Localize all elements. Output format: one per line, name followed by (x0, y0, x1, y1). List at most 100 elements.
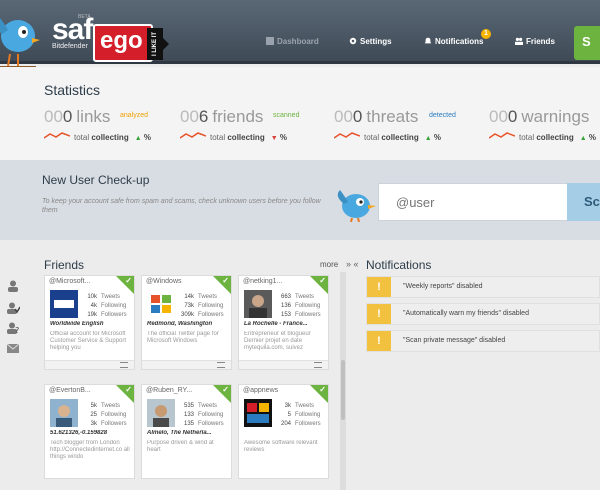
user-search-input[interactable] (378, 183, 568, 221)
beta-label: BETA (78, 14, 91, 20)
friends-title: Friends (44, 258, 85, 272)
scan-user-button[interactable]: Sc (567, 183, 600, 221)
friend-card[interactable]: ✓ @netking1... 663 Tweets 136 Following 15… (238, 275, 329, 370)
menu-icon[interactable] (217, 362, 225, 368)
following-count: 25 Following (90, 412, 127, 418)
card-footer (45, 360, 134, 369)
followers-count: 19k Followers (87, 312, 127, 318)
collapse-arrows[interactable]: » « (346, 259, 359, 269)
nav-friends[interactable]: Friends (515, 37, 555, 46)
stat-label: threats (366, 107, 419, 126)
warning-icon: ! (367, 331, 391, 351)
followers-count: 309k Followers (180, 312, 224, 318)
friend-handle[interactable]: @Windows (146, 278, 182, 285)
sparkline-icon (180, 132, 206, 139)
check-icon: ✓ (319, 276, 326, 285)
friend-card[interactable]: ✓ @Windows 14k Tweets 73k Following 309k Fo… (141, 275, 232, 370)
stat-number: 000 (44, 107, 73, 126)
friends-scroll-thumb[interactable] (341, 360, 345, 420)
nav-dashboard-label: Dashboard (277, 37, 319, 46)
nav-settings-label: Settings (360, 37, 392, 46)
stat-sub-label: detected (429, 112, 456, 119)
svg-text:?: ? (15, 326, 19, 334)
friend-location: 51.621326,-0.159828 (50, 430, 108, 436)
notification-text: "Automatically warn my friends" disabled (403, 310, 529, 317)
avatar-photo (50, 399, 78, 427)
like-it-label: I LIKE IT (147, 28, 163, 60)
nav-notifications-label: Notifications (435, 37, 484, 46)
card-footer (142, 360, 231, 369)
followers-count: 204 Followers (280, 421, 321, 427)
check-icon: ✓ (222, 385, 229, 394)
friend-handle[interactable]: @EvertonB... (49, 387, 91, 394)
notifications-title: Notifications (366, 258, 432, 272)
notification-text: "Weekly reports" disabled (403, 283, 483, 290)
tweets-count: 3k Tweets (284, 403, 315, 409)
following-count: 4k Following (90, 303, 127, 309)
tweets-count: 663 Tweets (280, 294, 315, 300)
person-question-icon[interactable]: ? (6, 321, 20, 335)
bell-icon (424, 37, 432, 44)
menu-icon[interactable] (120, 362, 128, 368)
person-icon[interactable] (6, 279, 20, 292)
followers-count: 3k Followers (90, 421, 127, 427)
checkup-title: New User Check-up (42, 173, 150, 187)
stat-number: 000 (334, 107, 363, 126)
dashboard-icon (266, 37, 274, 45)
nav-notifications[interactable]: Notifications (424, 37, 483, 46)
twitter-bird-mascot-icon (0, 18, 40, 68)
envelope-icon[interactable] (6, 341, 20, 353)
friend-card[interactable]: ✓ @Microsoft... 10k Tweets 4k Following 19… (44, 275, 135, 370)
friend-location: Redmond, Washington (147, 321, 213, 327)
stat-friends: 006 friends scanned total collecting ▼ % (180, 107, 300, 142)
more-link[interactable]: more (320, 260, 338, 269)
statistics-title: Statistics (44, 82, 101, 98)
card-footer (239, 360, 328, 369)
saf-logo[interactable]: BETA saf Bitdefender (52, 14, 93, 50)
windows-logo-avatar (147, 290, 175, 318)
notification-item[interactable]: ! "Weekly reports" disabled (366, 276, 600, 298)
header-cta-button[interactable]: S (574, 26, 600, 60)
checkup-description: To keep your account safe from spam and … (42, 198, 321, 214)
following-count: 136 Following (280, 303, 321, 309)
friend-bio: Awesome software relevant reviews (244, 440, 318, 453)
stat-label: warnings (521, 107, 590, 126)
friend-bio: The official Twitter page for Microsoft … (147, 331, 219, 344)
friend-handle[interactable]: @netking1... (243, 278, 282, 285)
stat-warnings: 000 warnings total collecting ▲ % (489, 107, 596, 142)
followers-count: 153 Followers (280, 312, 321, 318)
friend-handle[interactable]: @appnews (243, 387, 278, 394)
nav-dashboard[interactable]: Dashboard (266, 37, 319, 46)
sparkline-icon (44, 132, 70, 139)
stat-label: links (76, 107, 111, 126)
person-photo-avatar (244, 290, 272, 318)
stat-links: 000 links analyzed total collecting ▲ % (44, 107, 151, 142)
notification-item[interactable]: ! "Automatically warn my friends" disabl… (366, 303, 600, 325)
nav-friends-label: Friends (526, 37, 555, 46)
stat-threats: 000 threats detected total collecting ▲ % (334, 107, 456, 142)
friend-handle[interactable]: @Microsoft... (49, 278, 90, 285)
friend-handle[interactable]: @Ruben_RY... (146, 387, 192, 394)
friend-location: Almelo, The Netherla... (147, 430, 212, 436)
friend-location: La Rochelle - France... (244, 321, 308, 327)
stat-number: 000 (489, 107, 518, 126)
gear-icon (349, 37, 357, 45)
ego-logo[interactable]: ego I LIKE IT (93, 24, 169, 62)
friend-card[interactable]: ✓ @appnews 3k Tweets 5 Following 204 Follow… (238, 384, 329, 479)
friend-card[interactable]: ✓ @EvertonB... 5k Tweets 25 Following 3k Fo… (44, 384, 135, 479)
tweets-count: 5k Tweets (90, 403, 121, 409)
friend-card[interactable]: ✓ @Ruben_RY... 535 Tweets 133 Following 13… (141, 384, 232, 479)
tweets-count: 10k Tweets (87, 294, 121, 300)
notification-text: "Scan private message" disabled (403, 337, 506, 344)
friend-bio: Official account for Microsoft Customer … (50, 331, 127, 351)
brand-sub: Bitdefender (52, 43, 88, 50)
avatar-photo (147, 399, 175, 427)
notification-item[interactable]: ! "Scan private message" disabled (366, 330, 600, 352)
nav-settings[interactable]: Settings (349, 37, 392, 46)
app-news-logo-avatar (244, 399, 272, 427)
warning-icon: ! (367, 277, 391, 297)
stat-sub-label: analyzed (120, 112, 149, 119)
microsoft-logo-avatar (50, 290, 78, 318)
person-check-icon[interactable] (6, 301, 21, 314)
menu-icon[interactable] (314, 362, 322, 368)
